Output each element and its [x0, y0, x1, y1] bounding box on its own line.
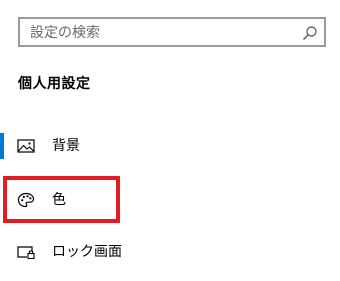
nav-item-color[interactable]: 色 — [0, 178, 340, 222]
nav-item-lock-screen[interactable]: ロック画面 — [0, 230, 340, 274]
nav-label-lock-screen: ロック画面 — [52, 244, 122, 260]
search-icon[interactable] — [302, 25, 318, 41]
nav-label-background: 背景 — [52, 138, 80, 154]
palette-icon — [17, 192, 35, 208]
search-input[interactable] — [30, 24, 280, 42]
section-title: 個人用設定 — [18, 76, 91, 92]
search-box[interactable] — [18, 17, 326, 47]
selected-indicator — [0, 133, 4, 159]
nav-label-color: 色 — [52, 192, 66, 208]
lock-screen-icon — [17, 246, 35, 260]
nav-item-background[interactable]: 背景 — [0, 124, 340, 168]
picture-icon — [17, 139, 35, 153]
